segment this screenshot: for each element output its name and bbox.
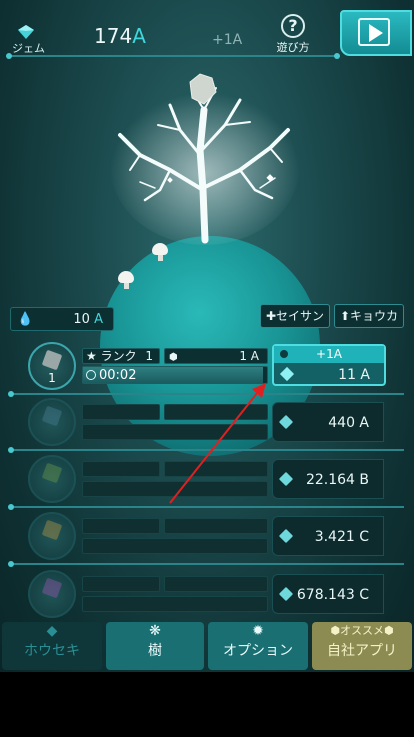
bottom-blank-area (0, 672, 414, 737)
tab-jewels[interactable]: ◆ ホウセキ (2, 622, 102, 670)
gear-icon: ✹ (252, 623, 264, 639)
tab-options[interactable]: ✹ オプション (208, 622, 308, 670)
tree-icon: ❋ (149, 623, 161, 639)
game-scene: ジェム 174A +1A ? 遊び方 💧 10 A ✚セイサン ⬆キョウカ 1 … (0, 0, 414, 672)
pointer-arrow (169, 383, 266, 504)
bottom-tab-bar: ◆ ホウセキ ❋ 樹 ✹ オプション ⬢オススメ⬢ 自社アプリ (0, 620, 414, 672)
diamond-icon: ◆ (46, 623, 58, 639)
tab-our-apps[interactable]: ⬢オススメ⬢ 自社アプリ (312, 622, 412, 670)
tab-tree[interactable]: ❋ 樹 (106, 622, 204, 670)
recommend-badge: ⬢オススメ⬢ (330, 624, 394, 637)
